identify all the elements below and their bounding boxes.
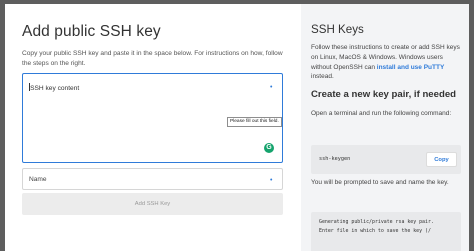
terminal-output: Generating public/private rsa key pair. …: [311, 212, 461, 251]
required-indicator: •: [270, 84, 273, 91]
help-intro: Follow these instructions to create or a…: [311, 44, 460, 81]
name-placeholder: Name: [29, 176, 47, 183]
form-fields: SSH key content • Please fill out this f…: [5, 4, 301, 251]
help-panel: SSH Keys Follow these instructions to cr…: [301, 4, 469, 251]
command-code-box: ssh-keygen Copy: [311, 145, 461, 174]
name-input[interactable]: Name •: [22, 168, 283, 190]
add-ssh-key-button[interactable]: Add SSH Key: [22, 193, 283, 215]
help-after-text: You will be prompted to save and name th…: [311, 179, 449, 186]
validation-tooltip: Please fill out this field.: [227, 117, 282, 127]
help-title: SSH Keys: [311, 23, 364, 36]
copy-button[interactable]: Copy: [426, 152, 457, 167]
putty-link[interactable]: install and use PuTTY: [377, 64, 445, 71]
command-text: ssh-keygen: [319, 156, 351, 162]
ssh-key-placeholder: SSH key content: [29, 83, 80, 92]
help-step-text: Open a terminal and run the following co…: [311, 110, 452, 118]
grammarly-icon[interactable]: G: [264, 143, 274, 153]
required-indicator: •: [270, 177, 273, 184]
help-subheading: Create a new key pair, if needed: [311, 89, 457, 101]
